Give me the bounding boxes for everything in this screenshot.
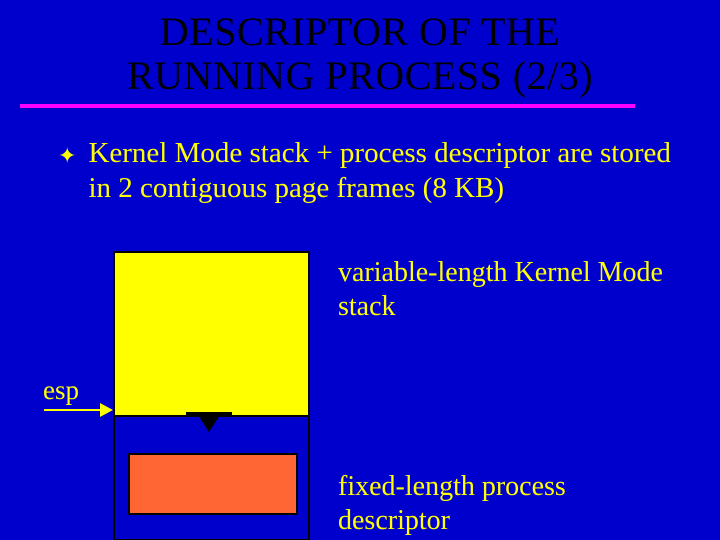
stack-growth-arrow-icon (196, 412, 222, 432)
memory-diagram: esp variable-length Kernel Mode stack fi… (0, 0, 720, 540)
esp-arrow-line (44, 409, 102, 411)
esp-label: esp (43, 375, 79, 406)
kernel-stack-box (113, 251, 310, 417)
annotation-descriptor: fixed-length process descriptor (338, 470, 658, 537)
annotation-stack: variable-length Kernel Mode stack (338, 256, 668, 323)
esp-arrow-icon (100, 403, 113, 417)
process-descriptor-box (128, 453, 298, 515)
